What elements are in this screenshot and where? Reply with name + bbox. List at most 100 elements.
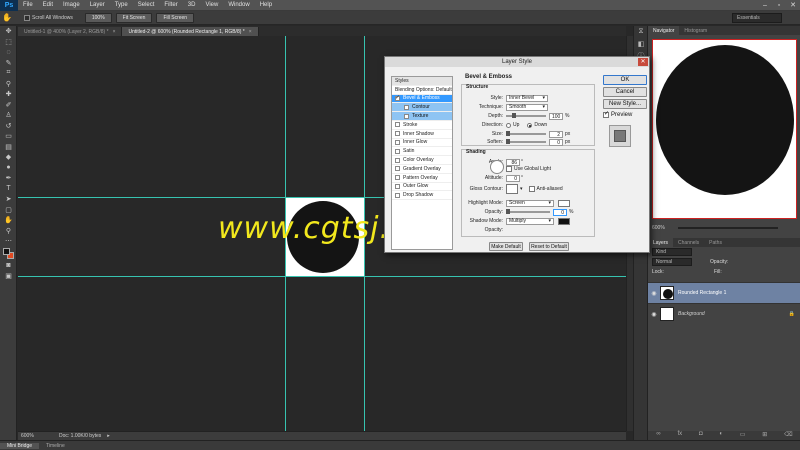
menu-edit[interactable]: Edit [38, 2, 58, 8]
highlight-color-swatch[interactable] [558, 199, 570, 207]
marquee-tool-icon[interactable]: ⬚ [0, 37, 17, 48]
menu-3d[interactable]: 3D [183, 2, 201, 8]
menu-select[interactable]: Select [133, 2, 160, 8]
shadow-color-swatch[interactable] [558, 217, 570, 225]
soften-input[interactable]: 0 [549, 138, 563, 146]
close-window-button[interactable]: ✕ [786, 0, 800, 11]
tab-layers[interactable]: Layers [648, 238, 674, 247]
screen-mode-icon[interactable]: ▣ [0, 271, 17, 282]
menu-filter[interactable]: Filter [159, 2, 182, 8]
maximize-button[interactable]: ▫ [772, 0, 786, 11]
eyedropper-tool-icon[interactable]: ⚲ [0, 79, 17, 90]
style-inner-shadow[interactable]: Inner Shadow [392, 130, 452, 139]
style-pattern-overlay[interactable]: Pattern Overlay [392, 174, 452, 183]
style-drop-shadow[interactable]: Drop Shadow [392, 191, 452, 201]
zoom-level[interactable]: 600% [21, 433, 49, 439]
direction-down-radio[interactable] [527, 122, 533, 128]
slider-knob[interactable] [512, 113, 516, 118]
style-checkbox[interactable] [395, 131, 400, 137]
properties-panel-icon[interactable]: ◧ [634, 38, 648, 50]
scroll-all-checkbox[interactable] [24, 14, 30, 21]
menu-view[interactable]: View [200, 2, 223, 8]
style-outer-glow[interactable]: Outer Glow [392, 183, 452, 192]
tab-close-icon[interactable]: × [249, 29, 252, 35]
chevron-down-icon[interactable]: ▾ [520, 186, 523, 192]
adjustment-icon[interactable]: ◐ [719, 431, 723, 440]
depth-slider[interactable] [506, 113, 546, 118]
ok-button[interactable]: OK [603, 75, 647, 85]
trash-icon[interactable]: ⌫ [784, 431, 792, 440]
zoom-tool-icon[interactable]: ⚲ [0, 226, 17, 237]
style-checkbox[interactable] [395, 166, 400, 172]
menu-file[interactable]: File [18, 2, 38, 8]
style-contour[interactable]: Contour [392, 103, 452, 113]
move-tool-icon[interactable]: ✥ [0, 26, 17, 37]
tab-histogram[interactable]: Histogram [679, 26, 712, 35]
shadow-mode-select[interactable]: Multiply ▾ [506, 217, 554, 225]
new-style-button[interactable]: New Style... [603, 99, 647, 109]
history-brush-tool-icon[interactable]: ↺ [0, 121, 17, 132]
slider-knob[interactable] [506, 139, 510, 144]
zoom-100-button[interactable]: 100% [84, 12, 112, 23]
menu-type[interactable]: Type [110, 2, 133, 8]
fit-screen-button[interactable]: Fit Screen [115, 12, 153, 23]
direction-up-radio[interactable] [506, 122, 511, 128]
reset-to-default-button[interactable]: Reset to Default [529, 242, 569, 251]
depth-input[interactable]: 100 [549, 112, 563, 120]
preview-checkbox[interactable]: ✓ [603, 111, 609, 118]
style-inner-glow[interactable]: Inner Glow [392, 139, 452, 148]
menu-window[interactable]: Window [223, 2, 254, 8]
pen-tool-icon[interactable]: ✒ [0, 173, 17, 184]
tab-paths[interactable]: Paths [704, 238, 727, 247]
brush-tool-icon[interactable]: ✐ [0, 100, 17, 111]
history-panel-icon[interactable]: ⧖ [634, 26, 648, 38]
crop-tool-icon[interactable]: ⌗ [0, 68, 17, 79]
style-checkbox[interactable] [395, 94, 400, 101]
foreground-color-swatch[interactable] [3, 247, 10, 255]
menu-image[interactable]: Image [58, 2, 85, 8]
soften-slider[interactable] [506, 139, 546, 144]
mask-icon[interactable]: ◘ [699, 431, 703, 440]
shape-tool-icon[interactable]: ▢ [0, 205, 17, 216]
style-checkbox[interactable] [395, 192, 400, 198]
altitude-input[interactable]: 0 [506, 174, 520, 182]
tab-timeline[interactable]: Timeline [39, 443, 72, 449]
anti-aliased-checkbox[interactable] [528, 186, 535, 192]
highlight-mode-select[interactable]: Screen ▾ [506, 199, 554, 207]
workspace-select[interactable]: Essentials [732, 12, 782, 23]
preview-option[interactable]: ✓ Preview [603, 111, 632, 118]
menu-layer[interactable]: Layer [85, 2, 110, 8]
tab-mini-bridge[interactable]: Mini Bridge [0, 442, 40, 449]
more-tools-icon[interactable]: ⋯ [0, 236, 17, 247]
style-stroke[interactable]: Stroke [392, 121, 452, 130]
make-default-button[interactable]: Make Default [489, 242, 523, 251]
scroll-all-windows-option[interactable]: Scroll All Windows [24, 14, 73, 21]
gloss-contour-picker[interactable] [506, 184, 518, 194]
size-slider[interactable] [506, 131, 546, 136]
color-swatches[interactable] [0, 247, 16, 261]
style-color-overlay[interactable]: Color Overlay [392, 156, 452, 165]
minimize-button[interactable]: – [758, 0, 772, 11]
new-layer-icon[interactable]: ⊞ [762, 431, 767, 440]
visibility-eye-icon[interactable]: ◉ [648, 290, 660, 297]
tab-channels[interactable]: Channels [673, 238, 704, 247]
highlight-opacity-slider[interactable] [506, 209, 550, 214]
slider-knob[interactable] [506, 131, 510, 136]
type-tool-icon[interactable]: T [0, 184, 17, 195]
layer-row-rounded-rectangle[interactable]: ◉ Rounded Rectangle 1 [648, 282, 800, 303]
menu-help[interactable]: Help [255, 2, 277, 8]
folder-icon[interactable]: ▭ [740, 431, 746, 440]
blend-mode-select[interactable]: Normal [652, 258, 692, 266]
style-checkbox[interactable] [395, 122, 400, 128]
style-satin[interactable]: Satin [392, 147, 452, 157]
style-blending-options[interactable]: Blending Options: Default [392, 86, 452, 95]
style-checkbox[interactable] [404, 113, 409, 119]
style-checkbox[interactable] [395, 139, 400, 145]
stamp-tool-icon[interactable]: ♙ [0, 110, 17, 121]
navigator-zoom[interactable]: 600% [652, 225, 665, 231]
navigator-preview[interactable] [652, 39, 797, 219]
hand-tool-icon-panel[interactable]: ✋ [0, 215, 17, 226]
style-texture[interactable]: Texture [392, 112, 452, 121]
style-checkbox[interactable] [395, 183, 400, 189]
dodge-tool-icon[interactable]: ● [0, 163, 17, 174]
